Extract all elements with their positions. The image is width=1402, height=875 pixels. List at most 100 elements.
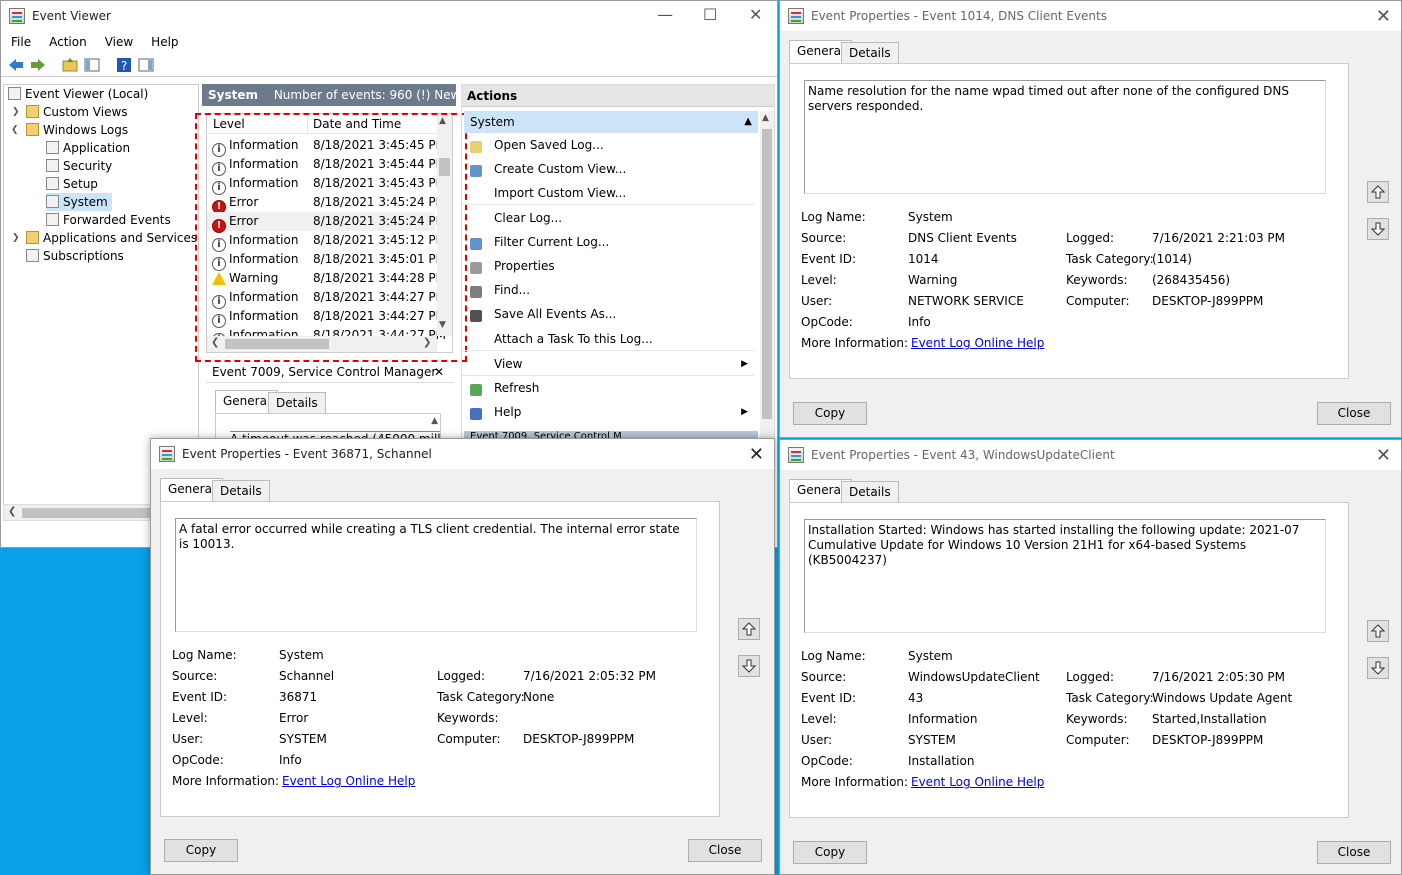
next-event-button[interactable] xyxy=(1367,218,1389,240)
subscriptions-icon xyxy=(26,249,39,262)
scroll-left-icon[interactable]: ❮ xyxy=(8,506,16,517)
label-more-information: More Information: xyxy=(172,774,280,788)
action-find[interactable]: Find... xyxy=(462,278,754,302)
event-detail-header: Event 7009, Service Control Manager ✕ xyxy=(206,361,454,383)
action-import-custom-view[interactable]: Import Custom View... xyxy=(462,181,754,206)
close-icon[interactable]: ✕ xyxy=(1376,445,1391,466)
collapse-icon[interactable]: ▲ xyxy=(744,111,752,133)
action-filter-current-log[interactable]: Filter Current Log... xyxy=(462,230,754,254)
dialog-schannel-tab-details[interactable]: Details xyxy=(212,480,270,502)
action-clear-log[interactable]: Clear Log... xyxy=(462,206,754,230)
show-hide-tree-icon[interactable] xyxy=(83,56,101,74)
tree-item-subscriptions[interactable]: Subscriptions xyxy=(4,247,198,265)
dialog-wu-titlebar[interactable]: Event Properties - Event 43, WindowsUpda… xyxy=(780,440,1401,470)
label-log-name: Log Name: xyxy=(801,649,866,663)
submenu-arrow-icon: ▶ xyxy=(741,407,748,418)
folder-open-icon xyxy=(470,141,482,153)
scroll-up-icon[interactable]: ▲ xyxy=(762,113,769,123)
chevron-right-icon[interactable]: ❯ xyxy=(12,103,20,121)
detail-tab-details[interactable]: Details xyxy=(268,392,326,414)
chevron-down-icon[interactable]: ❮ xyxy=(11,121,19,139)
close-icon[interactable]: ✕ xyxy=(749,5,762,24)
action-refresh[interactable]: Refresh xyxy=(462,376,754,400)
dialog-dns-tab-details[interactable]: Details xyxy=(841,42,899,64)
dialog-wu-description: Installation Started: Windows has starte… xyxy=(804,519,1326,633)
dialog-dns-titlebar[interactable]: Event Properties - Event 1014, DNS Clien… xyxy=(780,1,1401,31)
value-source: Schannel xyxy=(279,669,335,683)
action-save-all-events-as[interactable]: Save All Events As... xyxy=(462,302,754,326)
maximize-icon[interactable]: ☐ xyxy=(703,5,717,24)
close-icon[interactable]: ✕ xyxy=(1376,6,1391,27)
value-opcode: Info xyxy=(279,753,302,767)
action-properties[interactable]: Properties xyxy=(462,254,754,278)
next-event-button[interactable] xyxy=(1367,657,1389,679)
tree-item-system[interactable]: System xyxy=(4,193,198,211)
tree-item-event-viewer-local[interactable]: Event Viewer (Local) xyxy=(4,85,198,103)
event-viewer-icon xyxy=(8,87,21,100)
dialog-wu-title: Event Properties - Event 43, WindowsUpda… xyxy=(811,448,1115,462)
chevron-right-icon[interactable]: ❯ xyxy=(12,229,20,247)
back-arrow-icon[interactable] xyxy=(7,56,25,74)
value-opcode: Installation xyxy=(908,754,975,768)
show-action-pane-icon[interactable] xyxy=(137,56,155,74)
action-help[interactable]: Help ▶ xyxy=(462,400,754,424)
previous-event-button[interactable] xyxy=(738,618,760,640)
event-log-online-help-link[interactable]: Event Log Online Help xyxy=(911,775,1044,789)
filter-icon xyxy=(470,165,482,178)
event-log-online-help-link[interactable]: Event Log Online Help xyxy=(911,336,1044,350)
tree-item-forwarded-events[interactable]: Forwarded Events xyxy=(4,211,198,229)
minimize-icon[interactable]: — xyxy=(657,5,673,24)
tree-item-custom-views[interactable]: ❯ Custom Views xyxy=(4,103,198,121)
action-attach-task[interactable]: Attach a Task To this Log... xyxy=(462,327,754,351)
label-event-id: Event ID: xyxy=(172,690,228,704)
refresh-icon xyxy=(470,384,482,396)
menu-file[interactable]: File xyxy=(11,35,31,49)
event-log-online-help-link[interactable]: Event Log Online Help xyxy=(282,774,415,788)
value-task-category: (1014) xyxy=(1152,252,1192,266)
action-create-custom-view[interactable]: Create Custom View... xyxy=(462,157,754,181)
copy-button[interactable]: Copy xyxy=(164,839,238,862)
menu-help[interactable]: Help xyxy=(151,35,178,49)
tree-item-setup[interactable]: Setup xyxy=(4,175,198,193)
dialog-schannel-titlebar[interactable]: Event Properties - Event 36871, Schannel… xyxy=(151,439,774,469)
tree-item-security[interactable]: Security xyxy=(4,157,198,175)
value-task-category: None xyxy=(523,690,555,704)
actions-vertical-scrollbar[interactable]: ▲ xyxy=(760,111,774,443)
next-event-button[interactable] xyxy=(738,655,760,677)
menu-view[interactable]: View xyxy=(105,35,133,49)
filter-icon xyxy=(470,237,482,250)
previous-event-button[interactable] xyxy=(1367,181,1389,203)
action-label: Clear Log... xyxy=(494,210,563,225)
value-source: DNS Client Events xyxy=(908,231,1017,245)
tree-item-windows-logs[interactable]: ❮ Windows Logs xyxy=(4,121,198,139)
close-button[interactable]: Close xyxy=(688,839,762,862)
close-detail-icon[interactable]: ✕ xyxy=(434,361,444,383)
value-source: WindowsUpdateClient xyxy=(908,670,1040,684)
tree-item-applications-and-services[interactable]: ❯ Applications and Services Lo xyxy=(4,229,198,247)
dialog-wu-tab-details[interactable]: Details xyxy=(841,481,899,503)
action-label: Save All Events As... xyxy=(494,307,617,322)
dialog-dns-description: Name resolution for the name wpad timed … xyxy=(804,80,1326,194)
tree-item-application[interactable]: Application xyxy=(4,139,198,157)
event-viewer-titlebar[interactable]: Event Viewer — ☐ ✕ xyxy=(1,1,777,31)
arrow-up-icon xyxy=(742,622,756,636)
action-open-saved-log[interactable]: Open Saved Log... xyxy=(462,133,754,157)
close-button[interactable]: Close xyxy=(1317,402,1391,425)
folder-up-icon[interactable] xyxy=(61,56,79,74)
help-icon[interactable]: ? xyxy=(115,56,133,74)
dialog-dns-client: Event Properties - Event 1014, DNS Clien… xyxy=(779,0,1402,438)
label-keywords: Keywords: xyxy=(1066,712,1128,726)
close-button[interactable]: Close xyxy=(1317,841,1391,864)
forward-arrow-icon[interactable] xyxy=(29,56,47,74)
action-view[interactable]: View ▶ xyxy=(462,352,754,376)
copy-button[interactable]: Copy xyxy=(793,402,867,425)
copy-button[interactable]: Copy xyxy=(793,841,867,864)
menu-action[interactable]: Action xyxy=(49,35,87,49)
scroll-up-icon[interactable]: ▲ xyxy=(431,416,438,426)
save-icon xyxy=(470,310,482,323)
previous-event-button[interactable] xyxy=(1367,620,1389,642)
close-icon[interactable]: ✕ xyxy=(749,444,764,465)
value-computer: DESKTOP-J899PPM xyxy=(1152,294,1264,308)
label-opcode: OpCode: xyxy=(801,315,853,329)
actions-section-system[interactable]: System ▲ xyxy=(464,111,758,133)
